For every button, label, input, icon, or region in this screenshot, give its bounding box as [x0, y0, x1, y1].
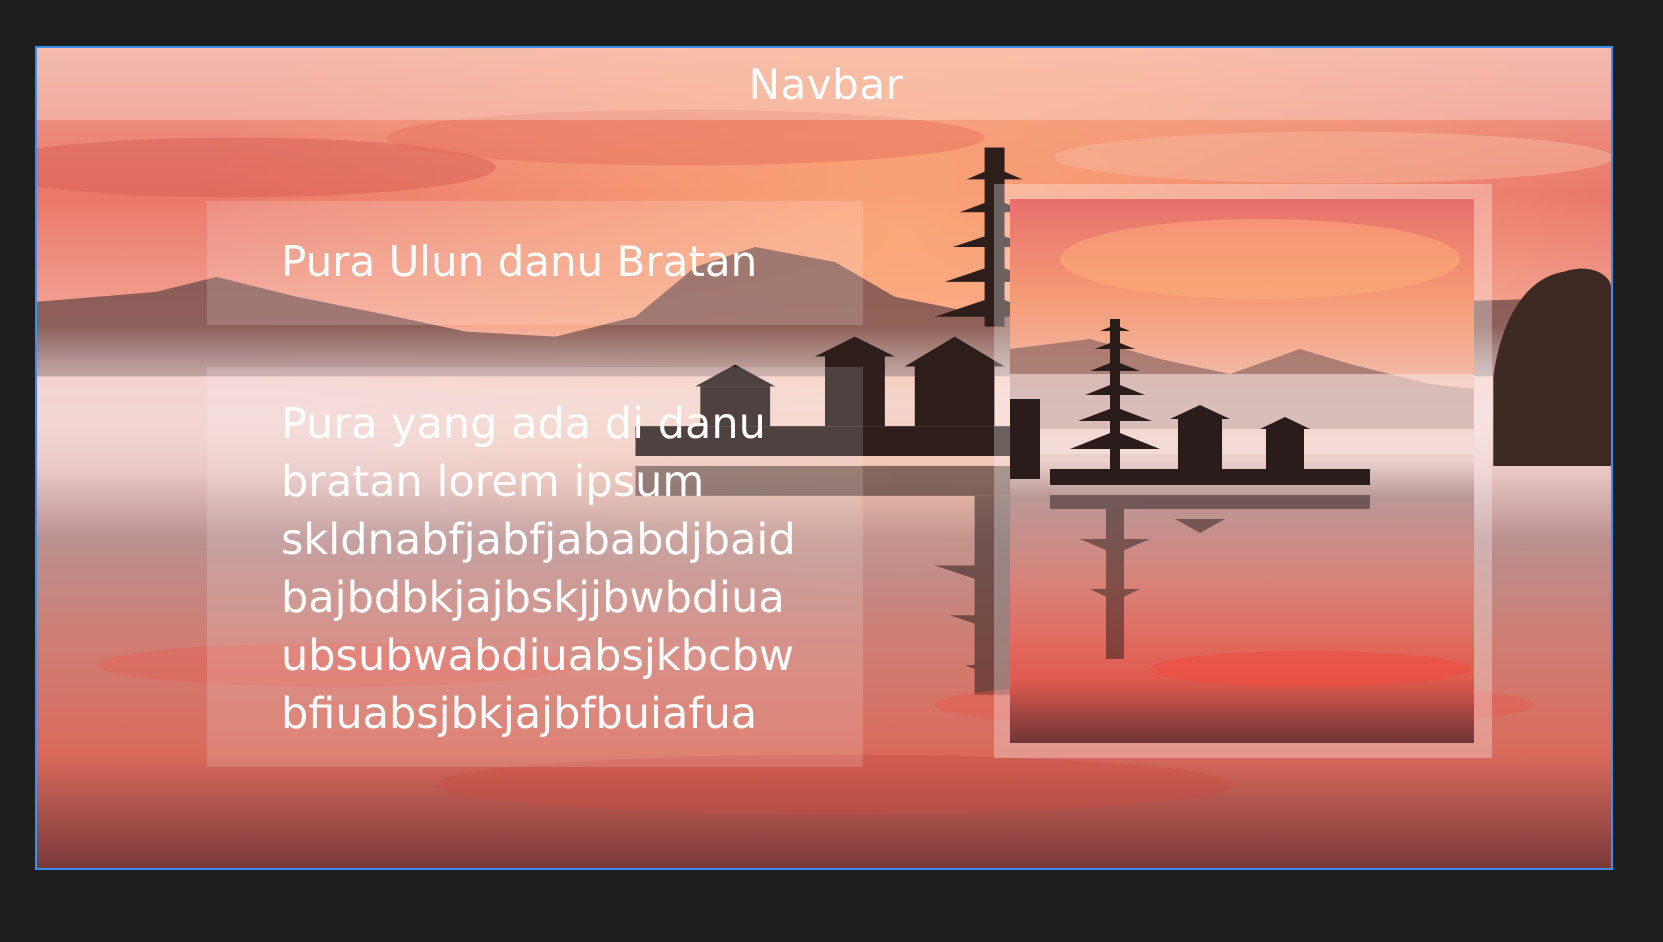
- description-line: ubsubwabdiuabsjkbcbw: [281, 631, 795, 681]
- description-card: Pura yang ada di danu bratan lorem ipsum…: [207, 367, 863, 767]
- navbar-label: Navbar: [748, 59, 904, 109]
- temple-photo: [1010, 199, 1474, 743]
- canvas-frame: Navbar Pura Ulun danu Bratan Pura yang a…: [35, 46, 1613, 870]
- hero-title: Pura Ulun danu Bratan: [281, 237, 758, 286]
- description-line: bajbdbkjajbskjjbwbdiua: [281, 573, 785, 623]
- description-line: bfiuabsjbkjajbfbuiafua: [281, 689, 758, 739]
- navbar[interactable]: Navbar: [37, 48, 1611, 120]
- hero-description: Pura yang ada di danu bratan lorem ipsum…: [281, 395, 851, 743]
- description-line: bratan lorem ipsum: [281, 457, 705, 507]
- photo-frame: [994, 184, 1492, 758]
- description-line: Pura yang ada di danu: [281, 399, 766, 449]
- title-card: Pura Ulun danu Bratan: [207, 201, 863, 325]
- description-line: skldnabfjabfjababdjbaid: [281, 515, 796, 565]
